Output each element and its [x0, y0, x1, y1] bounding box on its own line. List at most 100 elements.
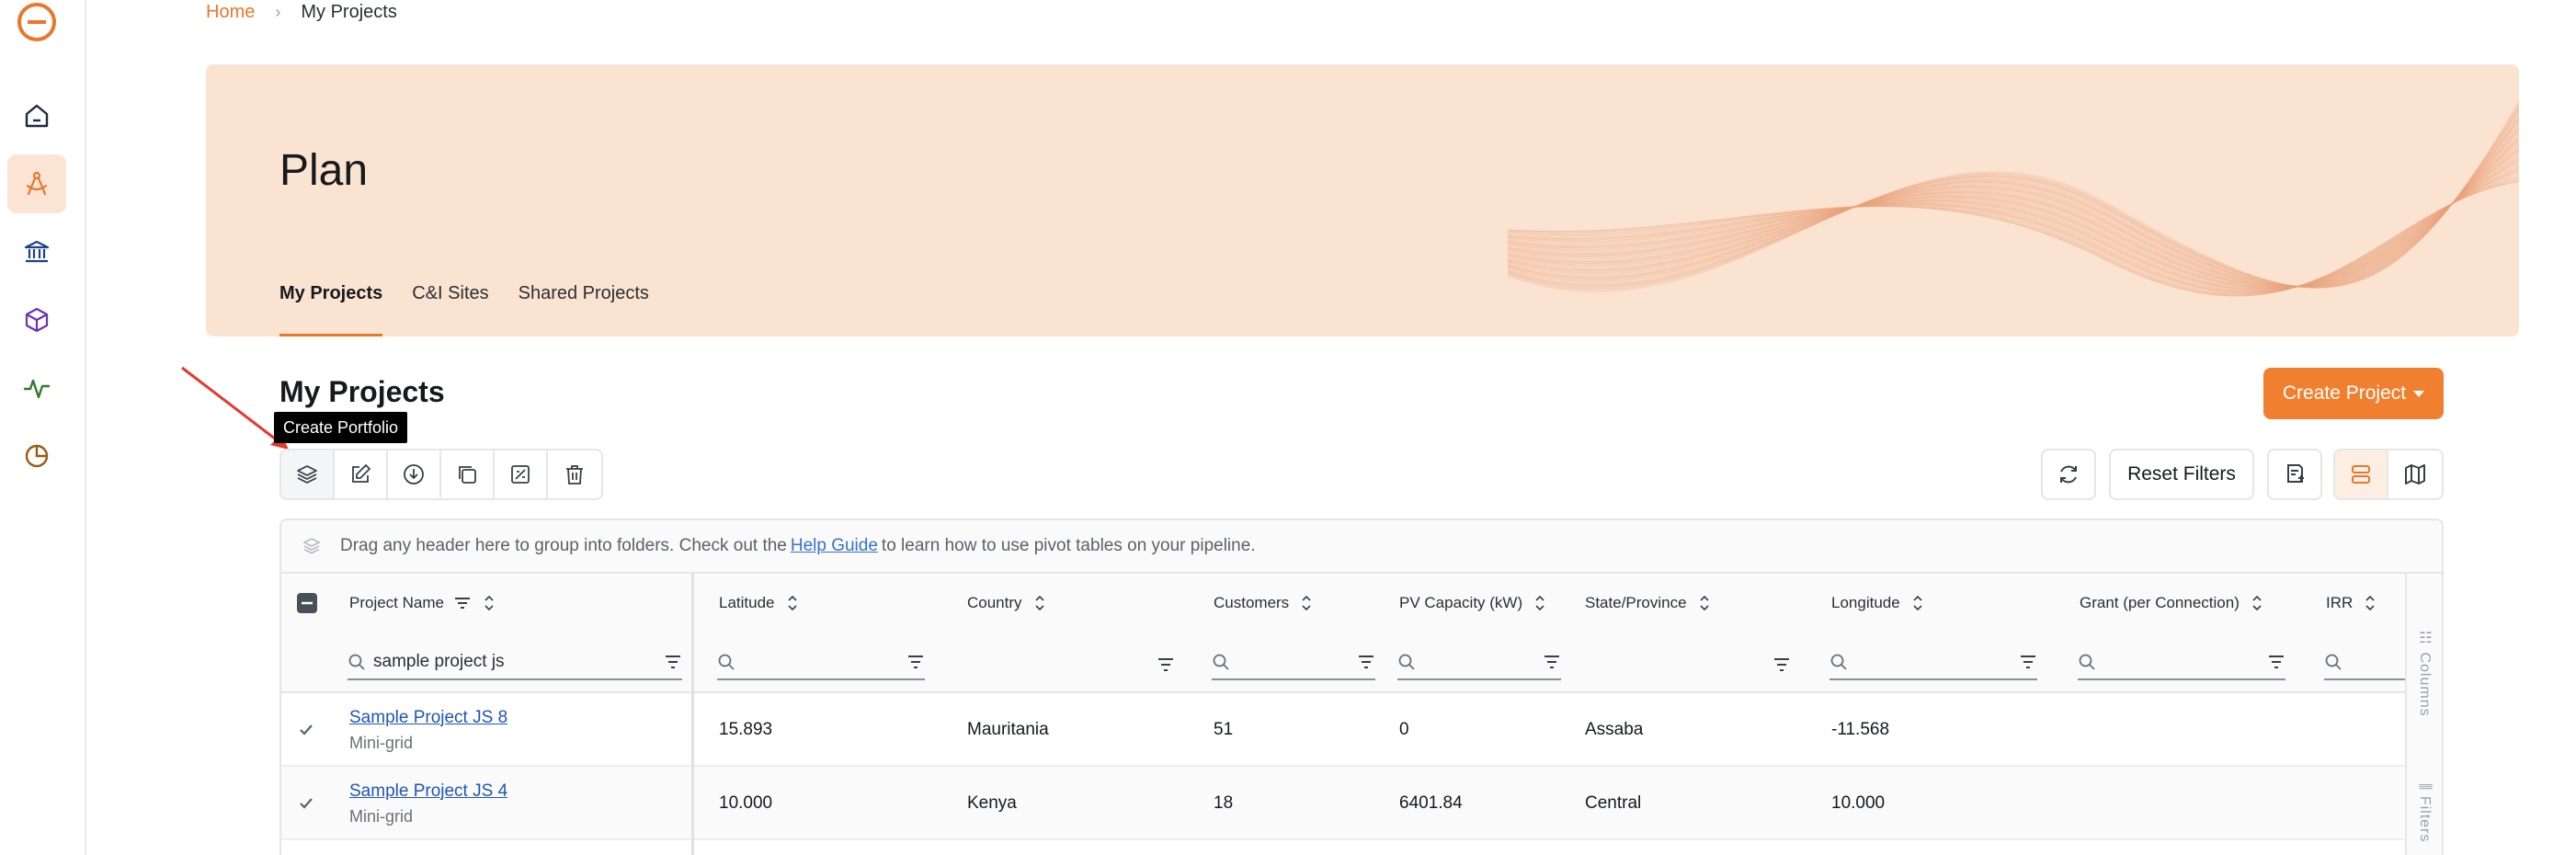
compare-button[interactable] [495, 450, 548, 498]
nav-home[interactable] [7, 86, 66, 145]
map-view-button[interactable] [2388, 450, 2442, 498]
filter-icon[interactable] [2267, 654, 2285, 670]
list-view-button[interactable] [2335, 450, 2389, 498]
header-longitude[interactable]: Longitude [1831, 574, 1924, 633]
header-pv-capacity[interactable]: PV Capacity (kW) [1399, 574, 1546, 633]
filter-icon[interactable] [2019, 654, 2037, 670]
app-logo[interactable] [15, 0, 59, 44]
project-name-cell: Sample Project JS 8 Mini-grid [349, 693, 507, 767]
hero-banner: Plan My Projects C&I Sites Shared Projec… [206, 64, 2519, 336]
row-checkbox[interactable] [298, 767, 314, 840]
longitude-filter-input[interactable] [1829, 645, 2037, 680]
help-guide-link[interactable]: Help Guide [791, 536, 878, 556]
filters-panel-tab[interactable]: ⫼ Filters [2416, 783, 2433, 842]
columns-icon: ☷ [2417, 629, 2433, 653]
map-icon [2405, 464, 2425, 484]
sort-icon [2252, 595, 2262, 611]
download-circle-icon [404, 464, 424, 484]
search-icon [2079, 654, 2095, 670]
select-all-checkbox[interactable] [296, 574, 318, 633]
irr-filter-input[interactable] [2324, 645, 2405, 680]
trash-icon [566, 465, 583, 484]
group-bar-text: Drag any header here to group into folde… [340, 536, 787, 555]
filter-icon[interactable] [906, 654, 925, 670]
duplicate-button[interactable] [441, 450, 495, 498]
header-country[interactable]: Country [967, 574, 1046, 633]
download-button[interactable] [388, 450, 441, 498]
nav-reports[interactable] [7, 427, 66, 485]
longitude-cell: 10.000 [1831, 793, 1886, 813]
search-icon [1830, 654, 1847, 670]
nav-finance[interactable] [7, 222, 66, 281]
tab-shared-projects[interactable]: Shared Projects [519, 276, 649, 336]
sort-icon [1913, 595, 1922, 611]
customers-filter-input[interactable] [1212, 645, 1375, 680]
image-compare-icon [511, 465, 530, 484]
wave-decoration [1508, 100, 2519, 297]
state-cell: Central [1585, 793, 1642, 813]
export-report-button[interactable] [2267, 449, 2322, 500]
project-link[interactable]: Sample Project JS 4 [349, 781, 507, 802]
filters-panel-label: Filters [2417, 795, 2433, 843]
row-group-panel[interactable]: Drag any header here to group into folde… [281, 520, 2442, 574]
create-portfolio-button[interactable] [281, 450, 335, 498]
header-label: State/Province [1585, 594, 1687, 611]
tab-ci-sites[interactable]: C&I Sites [412, 276, 488, 336]
breadcrumb-current: My Projects [301, 1, 397, 22]
page-title: Plan [279, 146, 369, 195]
pv-capacity-filter-input[interactable] [1397, 645, 1561, 680]
grant-filter-input[interactable] [2078, 645, 2285, 680]
nav-plan[interactable] [7, 154, 66, 213]
pinned-column-divider[interactable] [691, 574, 694, 855]
tooltip: Create Portfolio [274, 412, 408, 443]
activity-icon [23, 379, 51, 399]
file-add-icon [2287, 464, 2304, 483]
table-row[interactable]: Sample Project JS 4 Mini-grid 10.000 Ken… [281, 767, 2405, 840]
breadcrumb: Home › My Projects [206, 0, 397, 24]
edit-button[interactable] [335, 450, 388, 498]
project-name-filter-input[interactable]: sample project js [348, 645, 682, 680]
header-grant[interactable]: Grant (per Connection) [2080, 574, 2263, 633]
header-label: IRR [2326, 594, 2354, 611]
nav-procure[interactable] [7, 291, 66, 349]
country-cell: Kenya [967, 793, 1017, 813]
sort-icon [484, 595, 494, 611]
table-row[interactable]: Sample Project JS 8 Mini-grid 15.893 Mau… [281, 693, 2405, 767]
row-checkbox[interactable] [298, 693, 314, 767]
filter-row: sample project js [281, 633, 2405, 693]
sort-icon [1302, 595, 1311, 611]
filter-icon[interactable] [1357, 654, 1375, 670]
filter-icon[interactable] [1543, 654, 1561, 670]
header-latitude[interactable]: Latitude [719, 574, 799, 633]
latitude-filter-input[interactable] [717, 645, 925, 680]
latitude-cell: 15.893 [719, 720, 773, 739]
pv-capacity-cell: 6401.84 [1399, 793, 1463, 813]
header-irr[interactable]: IRR [2326, 574, 2377, 633]
columns-panel-tab[interactable]: ☷ Columns [2416, 629, 2434, 717]
reset-filters-button[interactable]: Reset Filters [2109, 449, 2254, 500]
create-project-label: Create Project [2282, 382, 2407, 404]
group-bar-text-end: to learn how to use pivot tables on your… [881, 536, 1256, 555]
projects-grid: Drag any header here to group into folde… [279, 519, 2444, 855]
project-name-cell: Sample Project JS 4 Mini-grid [349, 767, 507, 840]
state-cell: Assaba [1585, 720, 1644, 739]
country-filter-icon[interactable] [1157, 656, 1175, 673]
filter-icon: ⫼ [2417, 783, 2433, 796]
filter-icon[interactable] [664, 654, 682, 670]
delete-button[interactable] [548, 450, 601, 498]
nav-monitor[interactable] [7, 359, 66, 417]
caret-down-icon [2413, 390, 2425, 397]
tab-my-projects[interactable]: My Projects [279, 276, 383, 336]
longitude-cell: -11.568 [1831, 720, 1890, 739]
rows-icon [2352, 465, 2370, 484]
create-project-button[interactable]: Create Project [2263, 368, 2444, 419]
header-project-name[interactable]: Project Name [349, 574, 496, 633]
project-link[interactable]: Sample Project JS 8 [349, 708, 507, 728]
header-state[interactable]: State/Province [1585, 574, 1711, 633]
header-label: Project Name [349, 594, 444, 611]
breadcrumb-home[interactable]: Home [206, 2, 255, 23]
state-filter-icon[interactable] [1772, 656, 1791, 673]
refresh-button[interactable] [2041, 449, 2096, 500]
header-customers[interactable]: Customers [1214, 574, 1313, 633]
section-title: My Projects [279, 375, 445, 408]
